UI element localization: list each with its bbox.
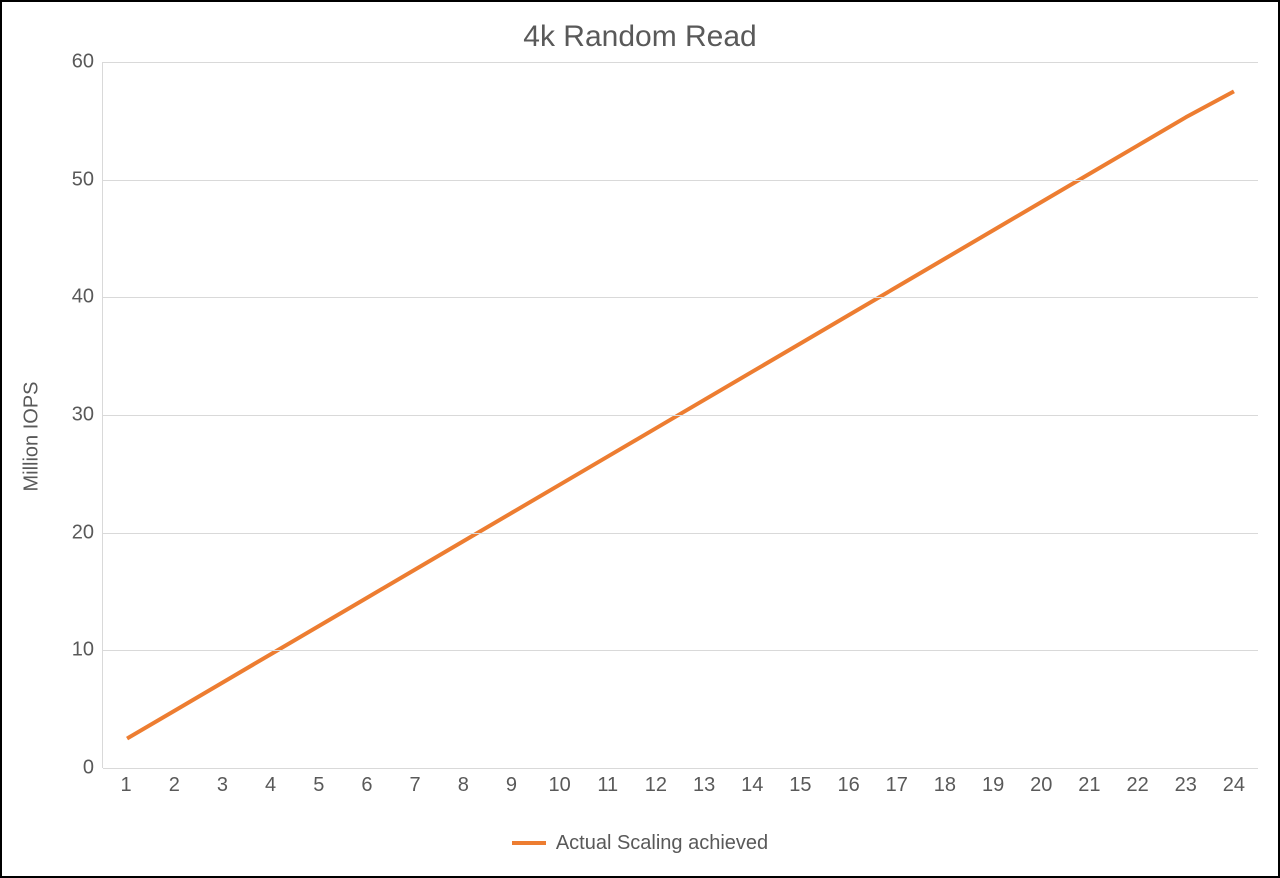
x-tick-label: 4: [265, 774, 276, 797]
gridline: [103, 297, 1258, 298]
x-tick-label: 8: [458, 774, 469, 797]
chart-body: Million IOPS 0102030405060 1234567891011…: [2, 62, 1278, 810]
chart-frame: 4k Random Read Million IOPS 0 10 20 30 40 50 6…: [0, 0, 1280, 878]
x-tick-label: 7: [410, 774, 421, 797]
plot-with-axes: 0102030405060 12345678910111213141516171…: [52, 62, 1258, 810]
x-tick-label: 12: [645, 774, 667, 797]
x-tick-label: 6: [361, 774, 372, 797]
x-tick-label: 21: [1078, 774, 1100, 797]
y-tick-label: 0: [83, 757, 94, 780]
y-tick-label: 60: [72, 51, 94, 74]
x-tick-label: 5: [313, 774, 324, 797]
plot-area: [102, 62, 1258, 768]
legend-label: Actual Scaling achieved: [556, 832, 768, 855]
x-tick-label: 22: [1126, 774, 1148, 797]
x-tick-label: 17: [886, 774, 908, 797]
plot-row: 0102030405060: [52, 62, 1258, 768]
y-tick-label: 50: [72, 168, 94, 191]
x-tick-label: 1: [121, 774, 132, 797]
gridline: [103, 650, 1258, 651]
x-tick-labels: 123456789101112131415161718192021222324: [102, 768, 1258, 810]
gridline: [103, 62, 1258, 63]
y-tick-label: 20: [72, 521, 94, 544]
legend-swatch: [512, 841, 546, 845]
x-tick-label: 24: [1223, 774, 1245, 797]
x-tick-label: 20: [1030, 774, 1052, 797]
chart-title: 4k Random Read: [2, 2, 1278, 62]
x-tick-label: 3: [217, 774, 228, 797]
x-tick-label: 19: [982, 774, 1004, 797]
x-tick-label: 10: [548, 774, 570, 797]
y-axis-label: Million IOPS: [21, 381, 44, 491]
gridline: [103, 415, 1258, 416]
x-tick-label: 13: [693, 774, 715, 797]
y-tick-label: 30: [72, 404, 94, 427]
x-tick-label: 11: [597, 774, 618, 797]
x-tick-label: 23: [1175, 774, 1197, 797]
x-tick-label: 14: [741, 774, 763, 797]
x-tick-spacer: [52, 768, 102, 810]
x-tick-row: 123456789101112131415161718192021222324: [52, 768, 1258, 810]
x-tick-label: 16: [837, 774, 859, 797]
x-tick-label: 9: [506, 774, 517, 797]
x-tick-label: 2: [169, 774, 180, 797]
legend: Actual Scaling achieved: [2, 810, 1278, 876]
y-tick-label: 40: [72, 286, 94, 309]
x-tick-label: 18: [934, 774, 956, 797]
gridline: [103, 180, 1258, 181]
y-tick-labels: 0102030405060: [52, 62, 102, 768]
y-axis-label-wrap: Million IOPS: [12, 62, 52, 810]
x-tick-label: 15: [789, 774, 811, 797]
gridline: [103, 533, 1258, 534]
y-tick-label: 10: [72, 639, 94, 662]
